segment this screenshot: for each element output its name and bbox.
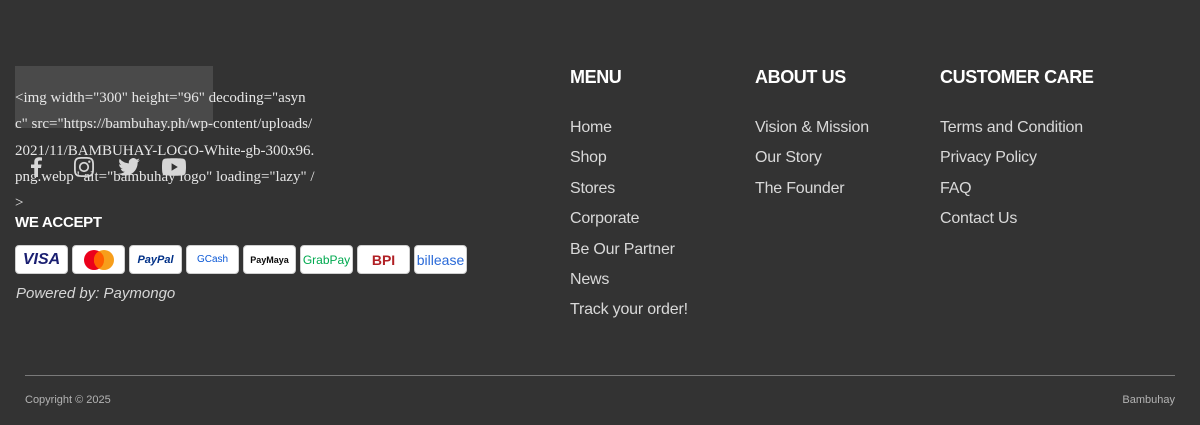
menu-link-news[interactable]: News [570, 265, 688, 295]
customer-care-heading: CUSTOMER CARE [940, 67, 1094, 87]
menu-list: Home Shop Stores Corporate Be Our Partne… [570, 113, 688, 326]
about-link-the-founder[interactable]: The Founder [755, 174, 869, 204]
menu-link-shop[interactable]: Shop [570, 143, 688, 173]
menu-link-track-order[interactable]: Track your order! [570, 295, 688, 325]
customer-care-list: Terms and Condition Privacy Policy FAQ C… [940, 113, 1093, 235]
grabpay-logo: GrabPay [300, 245, 353, 274]
customer-care-column: CUSTOMER CARE Terms and Condition Privac… [940, 66, 1094, 235]
twitter-icon[interactable] [118, 155, 162, 179]
copyright-text: Copyright © 2025 [25, 394, 111, 406]
billease-logo: billease [414, 245, 467, 274]
about-link-our-story[interactable]: Our Story [755, 143, 869, 173]
footer-divider [25, 375, 1175, 376]
care-link-contact[interactable]: Contact Us [940, 204, 1093, 234]
menu-heading: MENU [570, 67, 622, 87]
powered-by-text: Powered by: Paymongo [16, 285, 176, 302]
menu-column: MENU Home Shop Stores Corporate Be Our P… [570, 66, 688, 326]
about-list: Vision & Mission Our Story The Founder [755, 113, 869, 204]
mastercard-logo [72, 245, 125, 274]
menu-link-be-our-partner[interactable]: Be Our Partner [570, 235, 688, 265]
menu-link-stores[interactable]: Stores [570, 174, 688, 204]
care-link-privacy[interactable]: Privacy Policy [940, 143, 1093, 173]
we-accept-heading: WE ACCEPT [15, 214, 102, 231]
paymaya-logo: PayMaya [243, 245, 296, 274]
brand-text[interactable]: Bambuhay [1122, 394, 1175, 406]
paypal-logo: PayPal [129, 245, 182, 274]
broken-logo-image-text: <img width="300" height="96" decoding="a… [15, 90, 315, 212]
instagram-icon[interactable] [74, 155, 118, 179]
facebook-icon[interactable] [30, 155, 74, 179]
bpi-logo: BPI [357, 245, 410, 274]
about-heading: ABOUT US [755, 67, 846, 87]
gcash-logo: GCash [186, 245, 239, 274]
care-link-faq[interactable]: FAQ [940, 174, 1093, 204]
about-column: ABOUT US Vision & Mission Our Story The … [755, 66, 869, 204]
payment-methods: VISA PayPal GCash PayMaya GrabPay BPI bi… [15, 245, 467, 274]
social-links [30, 155, 206, 179]
menu-link-home[interactable]: Home [570, 113, 688, 143]
youtube-icon[interactable] [162, 155, 206, 179]
about-link-vision-mission[interactable]: Vision & Mission [755, 113, 869, 143]
menu-link-corporate[interactable]: Corporate [570, 204, 688, 234]
care-link-terms[interactable]: Terms and Condition [940, 113, 1093, 143]
visa-logo: VISA [15, 245, 68, 274]
